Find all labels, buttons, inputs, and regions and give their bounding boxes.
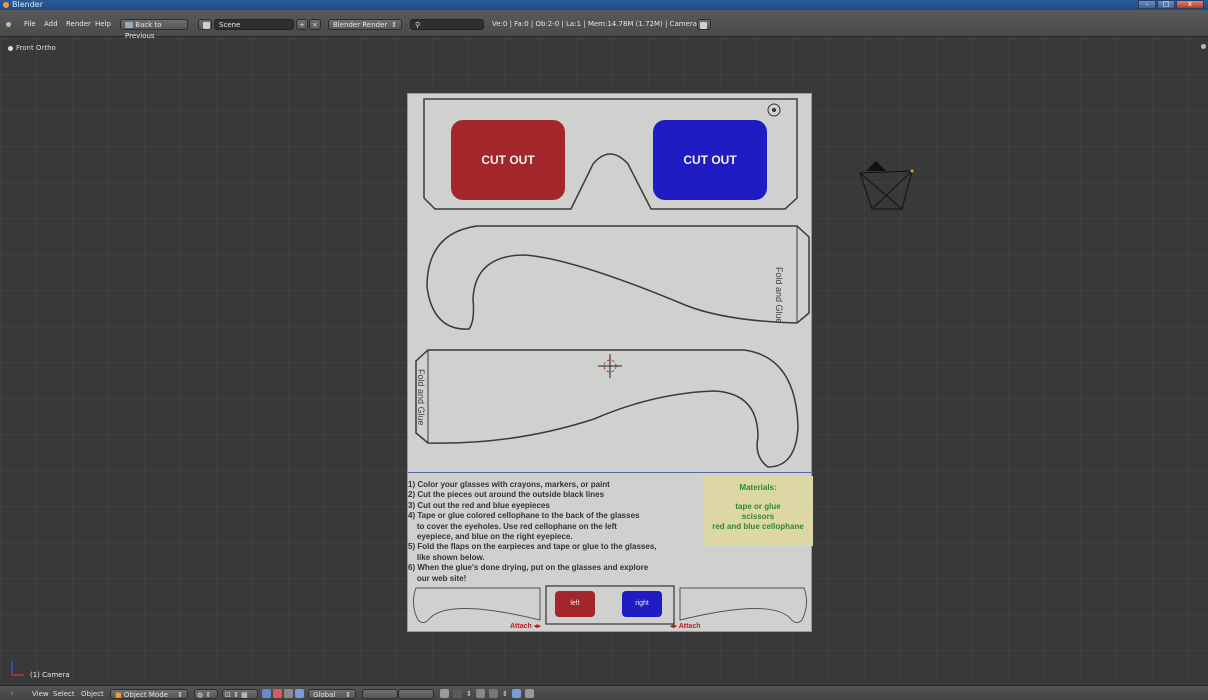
instructions-list: 1) Color your glasses with crayons, mark… — [408, 480, 698, 584]
materials-box: Materials: tape or glue scissors red and… — [703, 476, 813, 546]
view-dot-icon — [8, 45, 13, 51]
instruction-step: 5) Fold the flaps on the earpieces and t… — [408, 542, 657, 552]
maximize-button[interactable]: □ — [1157, 0, 1175, 9]
dropdown-arrows-icon: ⇕ — [177, 691, 183, 699]
search-field[interactable]: ⚲ — [410, 19, 484, 30]
dropdown-arrows-icon: ⇕ — [345, 691, 351, 699]
menu-help[interactable]: Help — [95, 19, 111, 30]
fold-label-left: Fold and Glue — [416, 369, 426, 426]
menu-add[interactable]: Add — [44, 19, 58, 30]
axis-gizmo-icon — [11, 661, 24, 676]
menu-file[interactable]: File — [24, 19, 36, 30]
left-lens-cutout: CUT OUT — [451, 120, 565, 200]
menu-object[interactable]: Object — [81, 689, 104, 699]
earpiece-right-outline — [426, 225, 810, 330]
3d-viewport[interactable]: Front Ortho CUT OUT CUT OUT Fold and Glu… — [0, 38, 1208, 685]
minimize-button[interactable]: – — [1138, 0, 1156, 9]
object-mode-icon: ■ — [115, 691, 122, 699]
window-controls: – □ x — [1137, 0, 1204, 10]
view-label: Front Ortho — [8, 44, 56, 52]
background-image: CUT OUT CUT OUT Fold and Glue Fold and G… — [407, 93, 813, 632]
translate-manipulator-icon[interactable] — [273, 689, 282, 698]
layers-row-2[interactable] — [398, 689, 434, 699]
render-preview-button[interactable] — [697, 19, 711, 30]
proportional-edit-icon[interactable] — [453, 689, 462, 698]
snap-mode-dropdown[interactable]: ⇕ — [502, 689, 508, 699]
instruction-step: 4) Tape or glue colored cellophane to th… — [408, 511, 640, 521]
instruction-step: 1) Color your glasses with crayons, mark… — [408, 480, 610, 489]
instruction-step: to cover the eyeholes. Use red cellophan… — [408, 521, 617, 531]
editor-type-icon[interactable] — [6, 19, 11, 30]
transform-orientation-select[interactable]: Global ⇕ — [308, 689, 356, 699]
3d-view-header: ◦ View Select Object ■ Object Mode ⇕ ◍ ⇕… — [0, 685, 1208, 700]
menu-view[interactable]: View — [32, 689, 49, 699]
render-opengl-icon[interactable] — [512, 689, 521, 698]
layers-row-1[interactable] — [362, 689, 398, 699]
mini-right-lens: right — [622, 591, 662, 617]
add-scene-button[interactable]: + — [296, 19, 308, 30]
editor-type-icon[interactable]: ◦ — [10, 689, 14, 699]
camera-object-icon[interactable] — [858, 157, 918, 217]
instruction-step: like shown below. — [408, 552, 485, 562]
instruction-step: 3) Cut out the red and blue eyepieces — [408, 500, 550, 510]
window-title: Blender — [12, 0, 43, 9]
dropdown-arrows-icon: ⇕ — [391, 21, 397, 29]
instruction-step: our web site! — [408, 573, 467, 583]
scene-name-field[interactable]: Scene — [214, 19, 294, 30]
info-header: File Add Render Help Back to Previous Sc… — [0, 10, 1208, 40]
fold-label-right: Fold and Glue — [774, 267, 784, 324]
menu-select[interactable]: Select — [53, 689, 75, 699]
scene-browse-button[interactable] — [198, 19, 212, 30]
rotate-manipulator-icon[interactable] — [284, 689, 293, 698]
page-divider — [408, 472, 813, 473]
region-toggle-icon[interactable] — [1201, 44, 1206, 49]
back-to-previous-button[interactable]: Back to Previous — [120, 19, 188, 40]
mini-left-lens: left — [555, 591, 595, 617]
instruction-step: 6) When the glue's done drying, put on t… — [408, 563, 649, 573]
scene-stats: Ve:0 | Fa:0 | Ob:2-0 | La:1 | Mem:14.78M… — [492, 20, 698, 28]
active-object-label: (1) Camera — [30, 671, 70, 679]
snap-element-icon[interactable] — [476, 689, 485, 698]
instruction-step: eyepiece, and blue on the right eyepiece… — [408, 532, 573, 542]
scale-manipulator-icon[interactable] — [295, 689, 304, 698]
material-item: red and blue cellophane — [712, 522, 804, 531]
snap-dropdown[interactable]: ⇕ — [466, 689, 472, 699]
window-titlebar: Blender – □ x — [0, 0, 1208, 10]
instruction-step: 2) Cut the pieces out around the outside… — [408, 490, 605, 500]
mode-select[interactable]: ■ Object Mode ⇕ — [110, 689, 188, 699]
assembly-diagram — [412, 585, 808, 625]
3d-cursor-icon[interactable] — [598, 354, 622, 378]
close-button[interactable]: x — [1176, 0, 1204, 9]
render-animation-icon[interactable] — [525, 689, 534, 698]
right-lens-cutout: CUT OUT — [653, 120, 767, 200]
snap-grid-icon[interactable] — [489, 689, 498, 698]
viewport-shading-select[interactable]: ◍ ⇕ — [194, 689, 218, 699]
material-item: tape or glue — [735, 502, 781, 511]
render-engine-select[interactable]: Blender Render ⇕ — [328, 19, 402, 30]
menu-render[interactable]: Render — [66, 19, 91, 30]
material-item: scissors — [741, 512, 775, 521]
scene-icon — [203, 21, 210, 29]
delete-scene-button[interactable]: × — [309, 19, 321, 30]
attach-label-right: ◂▸ Attach — [670, 623, 701, 630]
lock-layers-icon[interactable] — [440, 689, 449, 698]
materials-title: Materials: — [739, 483, 777, 492]
camera-icon — [700, 21, 707, 29]
pivot-point-select[interactable]: ⊡ ⇕ ▦ — [222, 689, 258, 699]
screen-icon — [125, 22, 133, 28]
blender-logo-icon — [3, 2, 9, 8]
manipulator-toggle-icon[interactable] — [262, 689, 271, 698]
search-icon: ⚲ — [415, 21, 421, 29]
attach-label-left: Attach ◂▸ — [510, 623, 541, 630]
